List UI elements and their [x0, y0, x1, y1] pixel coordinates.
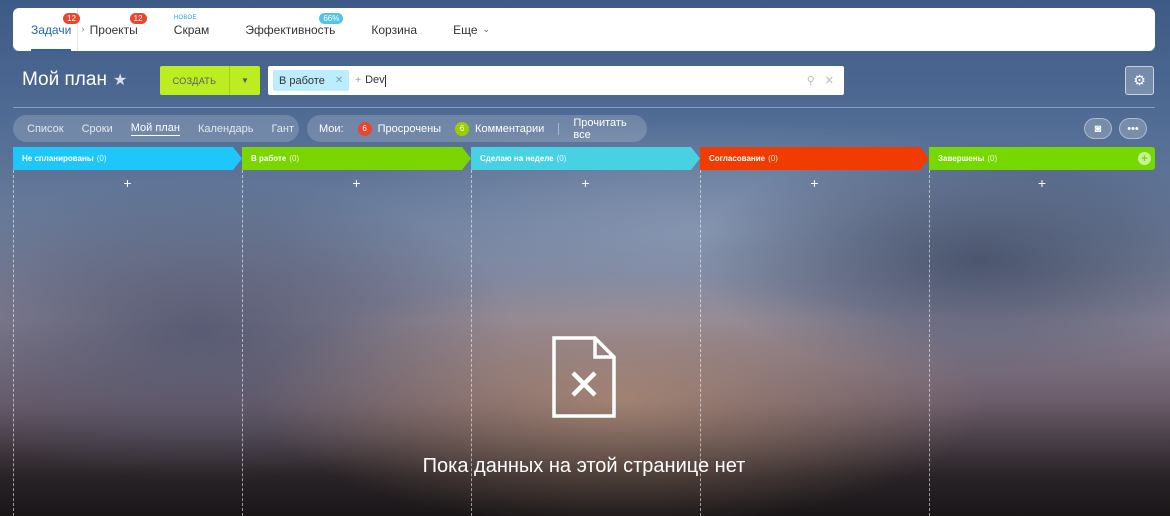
filter-chip[interactable]: В работе ✕ — [273, 70, 350, 91]
view-deadlines[interactable]: Сроки — [82, 123, 113, 135]
more-button[interactable]: ••• — [1119, 118, 1147, 139]
view-switcher: Список Сроки Мой план Календарь Гант — [13, 115, 299, 142]
empty-state-text: Пока данных на этой странице нет — [422, 455, 746, 477]
overdue-count: 6 — [357, 121, 372, 136]
create-button-label: СОЗДАТЬ — [172, 75, 217, 86]
search-text[interactable]: Dev — [365, 74, 386, 87]
search-actions: ⚲ ✕ — [807, 74, 844, 87]
view-my-plan[interactable]: Мой план — [130, 122, 180, 136]
robot-button[interactable]: ◙ — [1084, 118, 1112, 139]
column-title: Сделаю на неделе — [480, 154, 554, 163]
top-nav: Задачи 12 › Проекты 12 НОВОЕ Скрам Эффек… — [13, 8, 1155, 51]
chevron-right-icon: › — [81, 24, 85, 35]
nav-tasks-label: Задачи — [31, 22, 72, 37]
nav-scrum[interactable]: НОВОЕ Скрам — [174, 8, 210, 51]
close-icon[interactable]: ✕ — [335, 75, 343, 86]
nav-efficiency-badge: 66% — [319, 13, 344, 24]
caret-down-icon[interactable]: ▼ — [229, 66, 260, 95]
settings-button[interactable]: ⚙ — [1125, 66, 1154, 95]
view-gantt[interactable]: Гант — [271, 123, 294, 135]
robot-icon: ◙ — [1094, 122, 1102, 135]
empty-state: Пока данных на этой странице нет — [13, 335, 1155, 477]
nav-tasks-badge: 12 — [63, 13, 80, 24]
view-calendar[interactable]: Календарь — [198, 123, 254, 135]
column-title: В работе — [251, 154, 287, 163]
comments-link[interactable]: Комментарии — [475, 123, 544, 135]
add-task-plus-icon[interactable]: + — [700, 175, 929, 191]
column-header[interactable]: Не спланированы (0) — [13, 147, 242, 170]
column-header[interactable]: В работе (0) — [242, 147, 471, 170]
star-icon[interactable]: ★ — [113, 70, 127, 90]
nav-projects-label: Проекты — [89, 22, 138, 37]
column-title: Не спланированы — [22, 154, 94, 163]
counters-label: Мои: — [319, 122, 344, 135]
column-header[interactable]: Согласование (0) — [700, 147, 929, 170]
text-caret — [384, 74, 386, 87]
view-list[interactable]: Список — [27, 123, 64, 135]
overdue-link[interactable]: Просрочены — [378, 123, 441, 135]
create-button[interactable]: СОЗДАТЬ ▼ — [160, 66, 260, 95]
add-task-plus-icon[interactable]: + — [13, 175, 242, 191]
add-task-plus-icon[interactable]: + — [471, 175, 700, 191]
read-all-link[interactable]: Прочитать все — [573, 117, 647, 141]
search-value: Dev — [365, 74, 385, 87]
nav-tasks[interactable]: Задачи 12 — [31, 8, 80, 51]
nav-more-label: Еще — [453, 22, 478, 37]
nav-trash[interactable]: Корзина — [371, 8, 417, 51]
clear-icon[interactable]: ✕ — [825, 74, 834, 87]
page-title: Мой план ★ — [22, 69, 127, 91]
header-divider — [13, 107, 1155, 108]
more-dots-icon: ••• — [1127, 122, 1139, 135]
nav-trash-label: Корзина — [371, 22, 418, 37]
column-count: (0) — [96, 154, 107, 163]
column-title: Согласование — [709, 154, 766, 163]
counters-separator — [558, 122, 560, 135]
nav-scrum-label: Скрам — [173, 22, 210, 37]
add-column-plus-icon[interactable]: + — [1138, 152, 1151, 165]
add-task-plus-icon[interactable]: + — [929, 175, 1155, 191]
file-x-icon — [552, 336, 616, 418]
page-title-text: Мой план — [22, 69, 107, 90]
search-icon[interactable]: ⚲ — [807, 74, 815, 87]
counters-panel: Мои: 6 Просрочены 6 Комментарии Прочитат… — [307, 115, 647, 142]
nav-more[interactable]: Еще ⌄ — [453, 8, 490, 51]
add-task-plus-icon[interactable]: + — [242, 175, 471, 191]
gear-icon: ⚙ — [1133, 72, 1146, 88]
nav-efficiency[interactable]: Эффективность 66% — [245, 8, 344, 51]
filter-chip-label: В работе — [279, 74, 325, 87]
column-header[interactable]: Завершены (0) + — [929, 147, 1155, 170]
nav-scrum-new-tag: НОВОЕ — [173, 15, 197, 21]
chevron-down-icon: ⌄ — [482, 24, 491, 34]
column-count: (0) — [987, 154, 998, 163]
column-count: (0) — [768, 154, 778, 163]
search-input[interactable]: В работе ✕ + Dev ⚲ ✕ — [268, 66, 844, 95]
nav-efficiency-label: Эффективность — [245, 22, 336, 37]
column-count: (0) — [556, 154, 567, 163]
nav-projects[interactable]: Проекты 12 — [89, 8, 147, 51]
comments-count: 6 — [455, 121, 470, 136]
plus-icon: + — [355, 75, 362, 86]
column-count: (0) — [289, 154, 300, 163]
column-title: Завершены — [938, 154, 985, 163]
column-header[interactable]: Сделаю на неделе (0) — [471, 147, 700, 170]
nav-projects-badge: 12 — [129, 13, 147, 24]
